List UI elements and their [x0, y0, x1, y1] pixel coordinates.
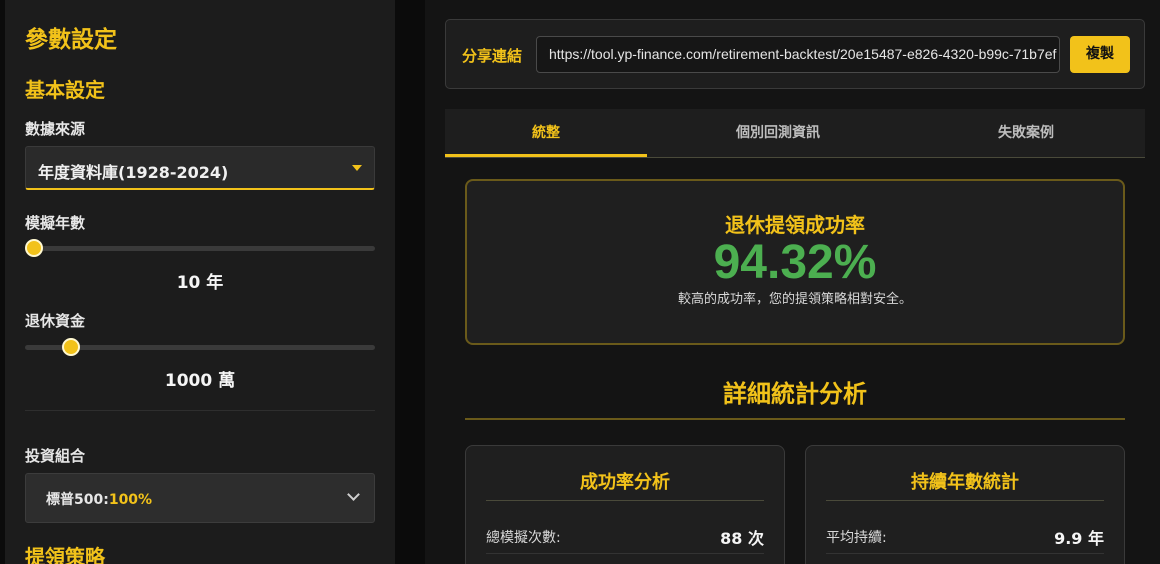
strategy-heading: 提領策略 — [25, 545, 105, 564]
tab-individual-backtests[interactable]: 個別回測資訊 — [677, 109, 879, 157]
detail-section-title: 詳細統計分析 — [723, 380, 867, 408]
success-rate-note: 較高的成功率，您的提領策略相對安全。 — [677, 292, 912, 307]
tab-failure-cases[interactable]: 失敗案例 — [925, 109, 1127, 157]
card-divider — [486, 500, 764, 501]
portfolio-select[interactable]: 標普500:100% — [25, 473, 375, 523]
portfolio-value: 標普500:100% — [46, 489, 152, 509]
detail-section-divider — [465, 418, 1125, 420]
years-value: 10 年 — [176, 273, 224, 293]
years-label: 模擬年數 — [25, 214, 86, 232]
portfolio-asset-name: 標普500: — [46, 492, 109, 508]
success-rate-title: 退休提領成功率 — [725, 213, 865, 237]
sidebar-divider — [25, 410, 375, 411]
stat-row: 平均持續: 9.9 年 — [826, 525, 1104, 548]
share-url-input[interactable]: https://tool.yp-finance.com/retirement-b… — [536, 36, 1060, 73]
row-divider — [486, 553, 764, 554]
years-slider-track — [25, 246, 375, 251]
sidebar-title: 參數設定 — [25, 27, 117, 53]
success-rate-value: 94.32% — [713, 236, 877, 289]
success-analysis-card: 成功率分析 總模擬次數: 88 次 — [465, 445, 785, 564]
capital-slider[interactable] — [25, 337, 375, 357]
stat-key: 總模擬次數: — [486, 530, 561, 546]
portfolio-asset-pct: 100% — [108, 492, 153, 508]
stat-row: 總模擬次數: 88 次 — [486, 525, 764, 548]
success-rate-card: 退休提領成功率 94.32% 較高的成功率，您的提領策略相對安全。 — [465, 179, 1125, 345]
share-label: 分享連結 — [462, 47, 523, 65]
data-source-value: 年度資料庫(1928-2024) — [38, 163, 229, 182]
duration-stats-card: 持續年數統計 平均持續: 9.9 年 — [805, 445, 1125, 564]
capital-value: 1000 萬 — [164, 371, 236, 391]
capital-slider-thumb[interactable] — [61, 338, 80, 356]
chevron-down-icon — [347, 488, 360, 501]
card-divider — [826, 500, 1104, 501]
tab-summary[interactable]: 統整 — [445, 109, 647, 157]
stat-value: 88 次 — [720, 529, 764, 548]
capital-label: 退休資金 — [25, 312, 86, 330]
portfolio-label: 投資組合 — [25, 447, 86, 465]
tab-bar: 統整 個別回測資訊 失敗案例 — [445, 109, 1145, 158]
data-source-select[interactable]: 年度資料庫(1928-2024) — [25, 146, 375, 190]
caret-down-icon — [352, 165, 362, 171]
basic-settings-heading: 基本設定 — [25, 78, 105, 102]
years-slider-thumb[interactable] — [25, 239, 43, 257]
data-source-label: 數據來源 — [25, 120, 86, 138]
sidebar: 參數設定 基本設定 數據來源 年度資料庫(1928-2024) 模擬年數 10 … — [5, 0, 395, 564]
years-slider[interactable] — [25, 238, 375, 258]
stat-key: 平均持續: — [826, 530, 887, 546]
duration-stats-title: 持續年數統計 — [911, 472, 1019, 493]
copy-button[interactable]: 複製 — [1070, 36, 1130, 73]
share-bar: 分享連結 https://tool.yp-finance.com/retirem… — [445, 19, 1145, 89]
success-analysis-title: 成功率分析 — [580, 472, 670, 493]
app-root: 參數設定 基本設定 數據來源 年度資料庫(1928-2024) 模擬年數 10 … — [0, 0, 1160, 564]
row-divider — [826, 553, 1104, 554]
stat-value: 9.9 年 — [1054, 529, 1104, 548]
main-panel: 分享連結 https://tool.yp-finance.com/retirem… — [425, 0, 1160, 564]
